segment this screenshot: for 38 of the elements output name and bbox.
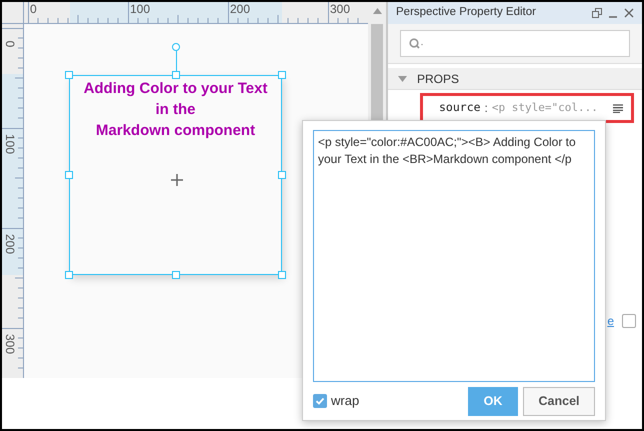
close-icon[interactable] [624,8,634,18]
rotate-handle[interactable] [172,43,180,51]
panel-title: Perspective Property Editor [396,5,537,20]
resize-handle[interactable] [172,71,180,79]
resize-handle[interactable] [65,71,73,79]
restore-icon[interactable] [592,8,602,18]
resize-handle[interactable] [172,271,180,279]
resize-handle[interactable] [278,71,286,79]
scroll-up-icon[interactable] [372,8,382,14]
markdown-text: Adding Color to your Text in the Markdown component [84,79,268,141]
property-separator: : [484,100,488,117]
expand-caret-icon [398,76,407,82]
ruler-label: 100 [4,132,16,156]
ruler-label: 300 [330,3,350,15]
resize-handle[interactable] [65,271,73,279]
section-header[interactable]: PROPS [388,68,642,90]
resize-handle[interactable] [278,171,286,179]
search-field[interactable] [400,30,630,57]
text-area[interactable]: <p style="color:#AC00AC;"><B> Adding Color to your Text in the <BR>Markdown component </p [313,130,595,382]
property-value: <p style="col... [492,100,599,116]
ruler-label: 100 [130,3,150,15]
ruler-label: 200 [4,232,16,256]
ruler-label: 200 [230,3,250,15]
resize-handle[interactable] [65,171,73,179]
ruler-label: 0 [30,3,37,15]
resize-handle[interactable] [278,271,286,279]
markdown-component[interactable]: Adding Color to your Text in the Markdown component [69,75,282,275]
ruler-label: 0 [4,40,16,50]
list-icon[interactable] [613,104,623,112]
text-area-content: <p style="color:#AC00AC;"><B> Adding Color to your Text in the <BR>Markdown component </p [318,134,577,168]
checkbox[interactable] [622,314,636,328]
property-name: source [439,99,481,116]
wrap-label: wrap [331,392,360,410]
cancel-button[interactable]: Cancel [523,386,595,416]
ruler-label: 300 [4,332,16,356]
crosshair-icon [170,174,182,186]
checkbox[interactable] [313,394,327,408]
search-icon [409,38,425,50]
